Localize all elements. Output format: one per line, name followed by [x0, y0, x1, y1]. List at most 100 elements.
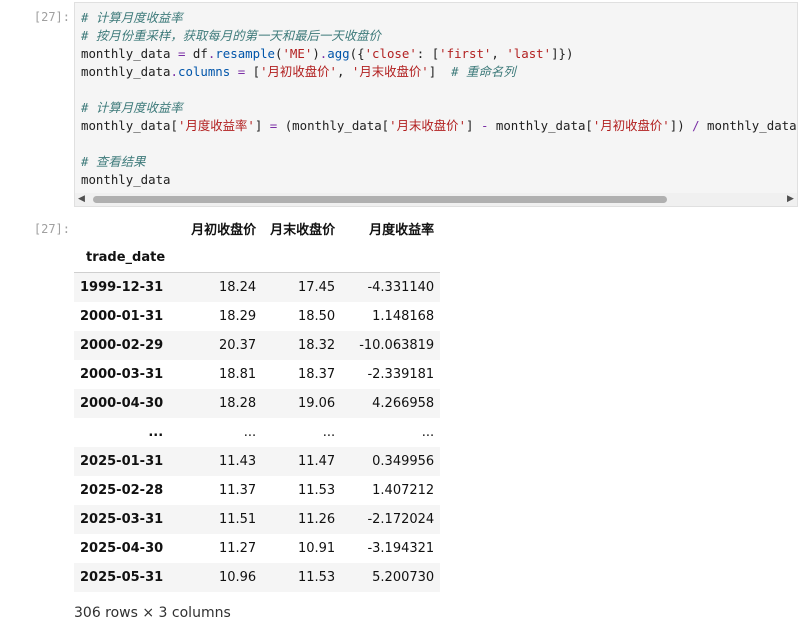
row-index: ...	[148, 425, 164, 440]
table-cell: 20.37	[218, 338, 257, 353]
code-token: columns	[178, 64, 231, 79]
code-token: ,	[336, 64, 352, 79]
column-header-row: 月初收盘价 月末收盘价 月度收益率	[74, 214, 440, 243]
table-row: 2000-01-31 18.29 18.50 1.148168	[74, 302, 440, 331]
code-token: '月初收盘价'	[592, 118, 670, 133]
table-cell: 1.407212	[372, 483, 435, 498]
code-token: '月度收益率'	[177, 118, 255, 133]
code-line: monthly_data = df.resample('ME').agg({'c…	[81, 45, 797, 63]
scroll-left-arrow-icon[interactable]: ◀	[75, 193, 88, 206]
table-row: 2025-05-31 10.96 11.53 5.200730	[74, 563, 441, 592]
table-cell: 11.43	[218, 454, 257, 469]
blank-cell	[183, 243, 262, 273]
code-line: # 计算月度收益率	[81, 99, 797, 117]
code-token: 'close'	[364, 46, 417, 61]
table-row: 1999-12-31 18.24 17.45 -4.331140	[74, 272, 441, 302]
code-token: /	[692, 118, 700, 133]
table-row: 2000-02-29 20.37 18.32 -10.063819	[74, 331, 441, 360]
table-cell: 18.32	[297, 338, 336, 353]
scrollbar-thumb[interactable]	[93, 196, 667, 203]
code-line: # 按月份重采样，获取每月的第一天和最后一天收盘价	[81, 27, 797, 45]
code-token: .	[170, 64, 178, 79]
code-token: (monthly_data[	[277, 118, 390, 133]
table-row: ............	[74, 418, 440, 447]
blank-cell	[341, 243, 440, 273]
table-cell: -4.331140	[367, 280, 435, 295]
horizontal-scrollbar[interactable]: ◀ ▶	[75, 193, 797, 206]
code-line: monthly_data	[81, 171, 797, 189]
shape-summary: 306 rows × 3 columns	[74, 605, 231, 621]
column-header: 月初收盘价	[191, 223, 257, 238]
blank-cell	[262, 243, 341, 273]
table-cell: 11.27	[218, 541, 257, 556]
code-line: # 计算月度收益率	[81, 9, 797, 27]
code-token: 'first'	[439, 46, 492, 61]
code-token: monthly_data	[81, 64, 171, 79]
code-token: 'last'	[506, 46, 552, 61]
table-cell: ...	[322, 425, 336, 440]
code-token: '月末收盘价'	[351, 64, 429, 79]
table-cell: 18.28	[218, 396, 257, 411]
code-token: agg	[327, 46, 350, 61]
scroll-right-arrow-icon[interactable]: ▶	[784, 193, 797, 206]
code-token: '月初收盘价'	[260, 64, 337, 79]
table-row: 2025-04-30 11.27 10.91 -3.194321	[74, 534, 440, 563]
code-token: '月末收盘价'	[389, 118, 467, 133]
table-cell: ...	[243, 425, 257, 440]
code-token: )	[312, 46, 320, 61]
code-token: : [	[416, 46, 440, 61]
code-editor[interactable]: # 计算月度收益率 # 按月份重采样，获取每月的第一天和最后一天收盘价 monthl…	[81, 9, 797, 189]
index-name-row: trade_date	[74, 243, 441, 273]
table-cell: 18.81	[218, 367, 257, 382]
table-cell: -2.172024	[367, 512, 435, 527]
index-header-blank	[74, 214, 183, 243]
code-token: ]	[466, 118, 481, 133]
table-cell: 18.37	[297, 367, 336, 382]
row-index: 2025-05-31	[80, 570, 164, 585]
row-index: 2025-04-30	[80, 541, 164, 556]
index-name: trade_date	[86, 250, 166, 265]
code-token: # 计算月度收益率	[81, 10, 183, 25]
code-token: monthly_data	[81, 46, 178, 61]
code-cell[interactable]: # 计算月度收益率 # 按月份重采样，获取每月的第一天和最后一天收盘价 monthl…	[74, 2, 798, 207]
table-cell: 5.200730	[372, 570, 435, 585]
code-token: monthly_data	[81, 172, 171, 187]
code-line: monthly_data.columns = ['月初收盘价', '月末收盘价'…	[81, 63, 797, 81]
row-index: 2000-01-31	[80, 309, 164, 324]
table-cell: 4.266958	[372, 396, 435, 411]
code-token: ])	[669, 118, 693, 133]
table-cell: -2.339181	[367, 367, 435, 382]
dataframe-table: 月初收盘价 月末收盘价 月度收益率 trade_date 1999-12-31 1…	[74, 214, 441, 592]
table-row: 2000-04-30 18.28 19.06 4.266958	[74, 389, 441, 418]
code-token: # 计算月度收益率	[81, 100, 183, 115]
code-token: ]	[254, 118, 270, 133]
code-token: ]	[428, 64, 452, 79]
row-index: 2000-04-30	[80, 396, 164, 411]
code-line: # 查看结果	[81, 153, 797, 171]
row-index: 2000-03-31	[80, 367, 164, 382]
code-token: # 按月份重采样，获取每月的第一天和最后一天收盘价	[81, 28, 381, 43]
row-index: 2025-01-31	[80, 454, 164, 469]
table-cell: 11.26	[297, 512, 336, 527]
code-token: [	[245, 64, 261, 79]
table-cell: 10.91	[297, 541, 336, 556]
code-token: # 重命名列	[451, 64, 516, 79]
table-cell: 11.37	[218, 483, 257, 498]
table-cell: -10.063819	[359, 338, 435, 353]
table-row: 2025-01-31 11.43 11.47 0.349956	[74, 447, 441, 476]
code-token: ({	[349, 46, 365, 61]
code-token: ]})	[551, 46, 574, 61]
row-index: 2025-02-28	[80, 483, 164, 498]
table-cell: ...	[421, 425, 435, 440]
row-index: 2000-02-29	[80, 338, 164, 353]
table-cell: 1.148168	[372, 309, 435, 324]
table-cell: 0.349956	[372, 454, 435, 469]
table-cell: 11.47	[297, 454, 336, 469]
table-cell: 17.45	[297, 280, 336, 295]
row-index: 1999-12-31	[80, 280, 164, 295]
code-line: monthly_data['月度收益率'] = (monthly_data['月…	[81, 117, 797, 135]
table-cell: 11.51	[218, 512, 257, 527]
